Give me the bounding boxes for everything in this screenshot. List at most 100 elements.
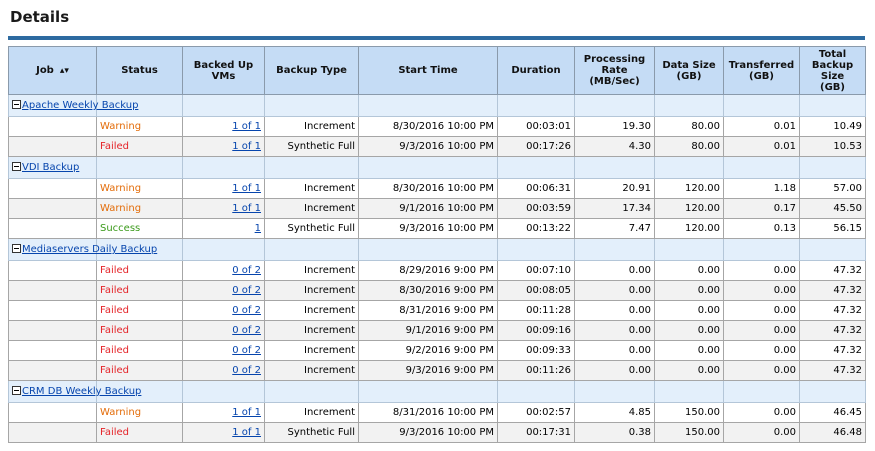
- status-cell: Warning: [96, 402, 183, 423]
- backed-up-vms-cell: 0 of 2: [182, 340, 265, 361]
- backed-up-vms-link[interactable]: 0 of 2: [232, 365, 261, 376]
- duration-cell: 00:09:33: [497, 340, 575, 361]
- backed-up-vms-link[interactable]: 0 of 2: [232, 325, 261, 336]
- processing-rate-cell: 0.38: [574, 422, 655, 443]
- backup-type-cell: Increment: [264, 402, 359, 423]
- job-link[interactable]: VDI Backup: [22, 162, 79, 173]
- collapse-icon[interactable]: [12, 243, 21, 253]
- processing-rate-cell: 7.47: [574, 218, 655, 239]
- backed-up-vms-link[interactable]: 0 of 2: [232, 285, 261, 296]
- column-header-duration[interactable]: Duration: [497, 46, 575, 95]
- total-backup-size-cell: 56.15: [799, 218, 866, 239]
- group-empty-cell: [497, 94, 575, 117]
- duration-cell: 00:08:05: [497, 280, 575, 301]
- table-row: Failed 1 of 1 Synthetic Full 9/3/2016 10:00…: [8, 136, 866, 157]
- backup-type-cell: Increment: [264, 360, 359, 381]
- group-empty-cell: [654, 380, 724, 403]
- backed-up-vms-link[interactable]: 1: [255, 223, 261, 234]
- status-cell: Failed: [96, 422, 183, 443]
- data-size-cell: 150.00: [654, 422, 724, 443]
- table-row: Failed 0 of 2 Increment 8/31/2016 9:00 PM 00…: [8, 300, 866, 321]
- processing-rate-cell: 4.30: [574, 136, 655, 157]
- backed-up-vms-link[interactable]: 1 of 1: [232, 141, 261, 152]
- processing-rate-cell: 0.00: [574, 260, 655, 281]
- table-row: Failed 0 of 2 Increment 9/2/2016 9:00 PM 00:…: [8, 340, 866, 361]
- data-size-cell: 0.00: [654, 300, 724, 321]
- job-cell: [8, 280, 97, 301]
- group-empty-cell: [654, 94, 724, 117]
- total-backup-size-cell: 47.32: [799, 360, 866, 381]
- collapse-icon[interactable]: [12, 99, 21, 109]
- group-empty-cell: [799, 380, 866, 403]
- transferred-cell: 0.01: [723, 136, 800, 157]
- backed-up-vms-link[interactable]: 1 of 1: [232, 203, 261, 214]
- group-empty-cell: [497, 380, 575, 403]
- duration-cell: 00:11:26: [497, 360, 575, 381]
- job-link[interactable]: Mediaservers Daily Backup: [22, 244, 157, 255]
- table-row: Warning 1 of 1 Increment 8/31/2016 10:00 PM…: [8, 402, 866, 423]
- column-header-status[interactable]: Status: [96, 46, 183, 95]
- total-backup-size-cell: 10.53: [799, 136, 866, 157]
- backed-up-vms-link[interactable]: 1 of 1: [232, 183, 261, 194]
- job-link[interactable]: CRM DB Weekly Backup: [22, 386, 141, 397]
- column-header-backup-type[interactable]: Backup Type: [264, 46, 359, 95]
- duration-cell: 00:09:16: [497, 320, 575, 341]
- start-time-cell: 8/30/2016 10:00 PM: [358, 116, 498, 137]
- group-empty-cell: [799, 94, 866, 117]
- start-time-cell: 8/31/2016 9:00 PM: [358, 300, 498, 321]
- job-cell: [8, 136, 97, 157]
- backed-up-vms-link[interactable]: 1 of 1: [232, 407, 261, 418]
- start-time-cell: 8/30/2016 10:00 PM: [358, 178, 498, 199]
- table-row: Warning 1 of 1 Increment 9/1/2016 10:00 PM 0…: [8, 198, 866, 219]
- backup-type-cell: Synthetic Full: [264, 422, 359, 443]
- backed-up-vms-link[interactable]: 1 of 1: [232, 427, 261, 438]
- column-header-transferred[interactable]: Transferred (GB): [723, 46, 800, 95]
- backed-up-vms-link[interactable]: 0 of 2: [232, 265, 261, 276]
- duration-cell: 00:13:22: [497, 218, 575, 239]
- table-row: Warning 1 of 1 Increment 8/30/2016 10:00 PM…: [8, 178, 866, 199]
- backed-up-vms-link[interactable]: 1 of 1: [232, 121, 261, 132]
- table-row: Failed 1 of 1 Synthetic Full 9/3/2016 10:00…: [8, 422, 866, 443]
- column-header-total-backup-size[interactable]: Total Backup Size (GB): [799, 46, 866, 95]
- data-size-cell: 0.00: [654, 320, 724, 341]
- group-empty-cell: [264, 380, 359, 403]
- backed-up-vms-link[interactable]: 0 of 2: [232, 345, 261, 356]
- processing-rate-cell: 0.00: [574, 360, 655, 381]
- column-header-data-size[interactable]: Data Size (GB): [654, 46, 724, 95]
- status-cell: Failed: [96, 340, 183, 361]
- total-backup-size-cell: 45.50: [799, 198, 866, 219]
- job-cell: [8, 340, 97, 361]
- data-size-cell: 150.00: [654, 402, 724, 423]
- status-cell: Failed: [96, 360, 183, 381]
- backed-up-vms-link[interactable]: 0 of 2: [232, 305, 261, 316]
- transferred-cell: 0.00: [723, 360, 800, 381]
- duration-cell: 00:03:59: [497, 198, 575, 219]
- backed-up-vms-cell: 1 of 1: [182, 402, 265, 423]
- sort-updown-icon[interactable]: ▴▾: [60, 66, 69, 76]
- column-header-backed-up-vms[interactable]: Backed Up VMs: [182, 46, 265, 95]
- status-cell: Warning: [96, 198, 183, 219]
- job-link[interactable]: Apache Weekly Backup: [22, 100, 138, 111]
- backed-up-vms-cell: 0 of 2: [182, 260, 265, 281]
- table-row: Failed 0 of 2 Increment 9/1/2016 9:00 PM 00:…: [8, 320, 866, 341]
- status-cell: Failed: [96, 320, 183, 341]
- column-header-start-time[interactable]: Start Time: [358, 46, 498, 95]
- column-header-processing-rate[interactable]: Processing Rate (MB/Sec): [574, 46, 655, 95]
- group-empty-cell: [182, 238, 265, 261]
- data-size-cell: 0.00: [654, 360, 724, 381]
- column-label: Job: [36, 64, 54, 76]
- backed-up-vms-cell: 1 of 1: [182, 136, 265, 157]
- collapse-icon[interactable]: [12, 385, 21, 395]
- total-backup-size-cell: 47.32: [799, 340, 866, 361]
- job-cell: [8, 260, 97, 281]
- job-cell: [8, 402, 97, 423]
- backed-up-vms-cell: 1: [182, 218, 265, 239]
- group-empty-cell: [264, 238, 359, 261]
- processing-rate-cell: 17.34: [574, 198, 655, 219]
- backup-type-cell: Increment: [264, 300, 359, 321]
- column-header-job[interactable]: Job ▴▾: [8, 46, 97, 95]
- collapse-icon[interactable]: [12, 161, 21, 171]
- transferred-cell: 0.00: [723, 280, 800, 301]
- duration-cell: 00:03:01: [497, 116, 575, 137]
- group-empty-cell: [182, 380, 265, 403]
